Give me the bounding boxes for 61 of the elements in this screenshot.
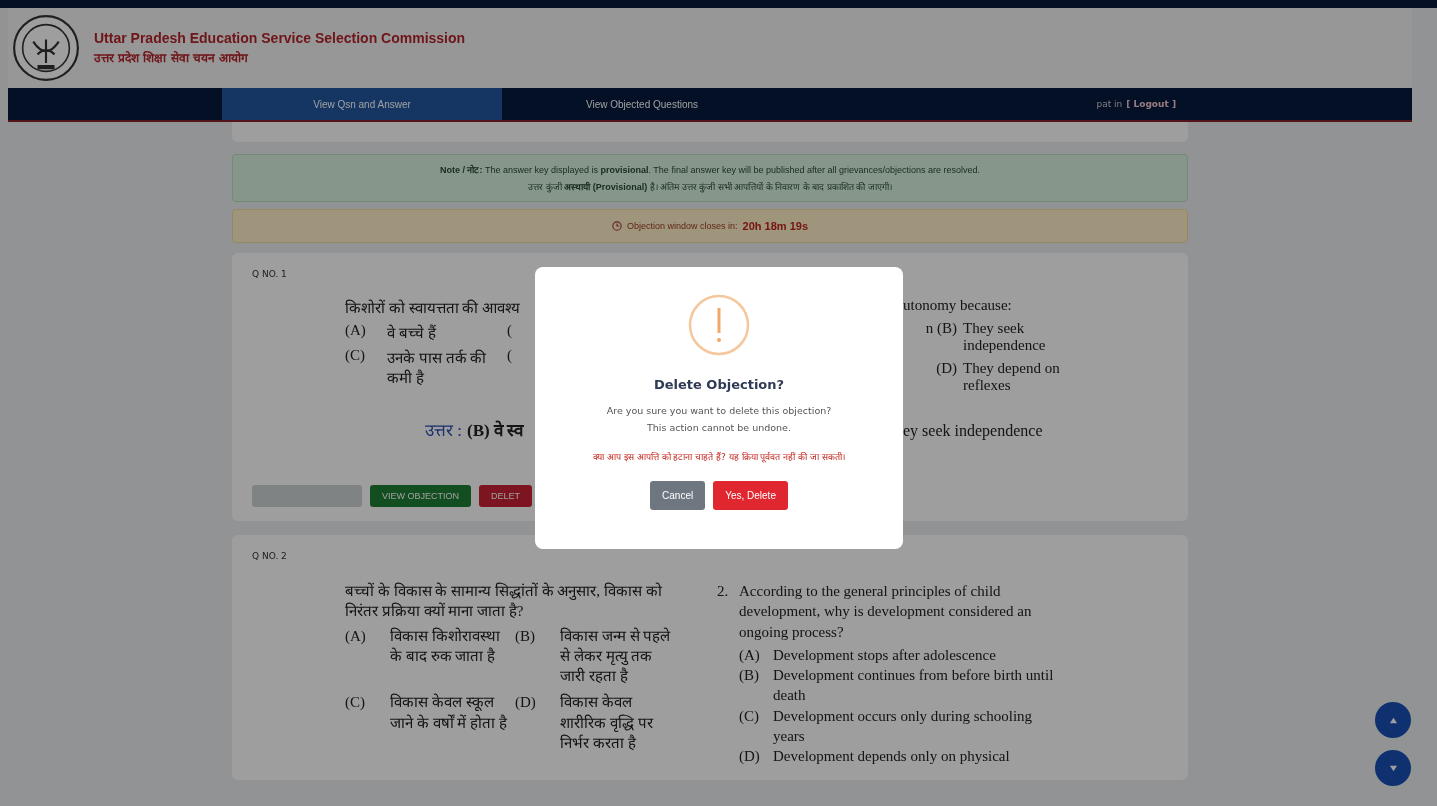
question-text: utonomy because: <box>903 297 1013 314</box>
option-label: (B) <box>739 666 760 685</box>
option-label: (A) <box>739 645 761 665</box>
option-label: (B) <box>515 626 536 646</box>
answer-text: ey seek independence <box>903 422 1044 440</box>
commission-title: Uttar Pradesh Education Service Selection Commission <box>94 30 466 46</box>
option-text: वे बच्चे हैं <box>387 323 437 342</box>
option-text: Development stops after adolescence <box>773 645 997 665</box>
dialog-title: Delete Objection? <box>653 377 785 392</box>
question-number: Q NO. 1 <box>252 269 288 279</box>
question-number: Q NO. 2 <box>252 551 288 561</box>
option-text: विकास किशोरावस्था के बाद रुक जाता है <box>390 626 501 666</box>
emblem-logo <box>12 14 80 82</box>
option-text: Development continues from before birth until death <box>773 666 1055 706</box>
option-label: (C) <box>739 706 760 726</box>
answer-text: (B) वे स्व <box>467 419 524 441</box>
commission-title-hindi: उत्तर प्रदेश शिक्षा सेवा चयन आयोग <box>94 50 249 66</box>
option-text: विकास जन्म से पहले से लेकर मृत्यु तक जारी रहता है <box>560 626 672 686</box>
option-label: (A) <box>345 626 367 646</box>
countdown-label: Objection window closes in: <box>627 221 738 231</box>
question-index: 2. <box>717 582 730 601</box>
question-text: According to the general principles of child development, why is development considered an ongoing process? <box>739 582 1033 642</box>
dialog-message: This action cannot be undone. <box>647 421 791 436</box>
up-triangle-icon <box>1388 715 1398 725</box>
option-text: They seek independence <box>963 320 1047 354</box>
nav-tab[interactable]: View Objected Questions <box>502 88 782 120</box>
answer-label: उत्तर : <box>425 420 462 441</box>
notice-text-hindi: उत्तर कुंजी अस्थायी (Provisional) है। अंतिम उत्तर कुंजी सभी आपत्तियों के निवारण के बाद प्रकाशित की जाएगी। <box>528 180 892 193</box>
question-text: किशोरों को स्वायत्तता की आवश्य <box>345 298 521 317</box>
option-text: विकास केवल शारीरिक वृद्धि पर निर्भर करता है <box>560 692 655 753</box>
objection-button[interactable]: DELET <box>479 485 533 507</box>
nav-tab[interactable]: View Qsn and Answer <box>222 88 502 120</box>
option-text: Development depends only on physical <box>773 747 1011 766</box>
question-text: बच्चों के विकास के सामान्य सिद्धांतों के अनुसार, विकास को निरंतर प्रक्रिया क्यों माना जाता है? <box>345 581 663 622</box>
option-label: (D) <box>935 360 958 378</box>
user-name: pat in <box>1096 99 1123 109</box>
option-text: विकास केवल स्कूल जाने के वर्षों में होता है <box>390 692 507 733</box>
objection-button[interactable]: VIEW OBJECTION <box>370 485 471 507</box>
option-label: (D) <box>515 693 537 713</box>
option-label: (A) <box>345 322 367 340</box>
scroll-up-button[interactable] <box>1375 702 1411 738</box>
dialog-button[interactable]: Yes, Delete <box>713 481 788 511</box>
option-label: (C) <box>345 693 366 713</box>
option-label: ( <box>507 347 513 365</box>
option-text: They depend on reflexes <box>963 360 1061 394</box>
option-text: Development occurs only during schooling years <box>773 706 1034 746</box>
notice-text: Note / नोट: The answer key displayed is provisional. The final answer key will be published after all grievances/objections are resolved. <box>439 163 981 176</box>
option-label: ( <box>507 322 513 340</box>
warning-icon <box>687 293 751 357</box>
option-label: n (B) <box>924 320 958 338</box>
option-label: (C) <box>345 347 366 365</box>
dialog-message: Are you sure you want to delete this objection? <box>606 404 832 418</box>
clock-icon <box>612 221 622 231</box>
option-label: (D) <box>739 747 761 766</box>
option-text: उनके पास तर्क की कमी है <box>387 348 488 387</box>
scroll-down-button[interactable] <box>1375 750 1411 786</box>
down-triangle-icon <box>1388 763 1398 773</box>
logout-link[interactable]: [ Logout ] <box>1126 99 1176 109</box>
dialog-button[interactable]: Cancel <box>650 481 706 511</box>
dialog-message-hindi: क्या आप इस आपत्ति को हटाना चाहते हैं? यह क्रिया पूर्ववत नहीं की जा सकती। <box>593 451 845 464</box>
countdown-time: 20h 18m 19s <box>742 220 808 232</box>
